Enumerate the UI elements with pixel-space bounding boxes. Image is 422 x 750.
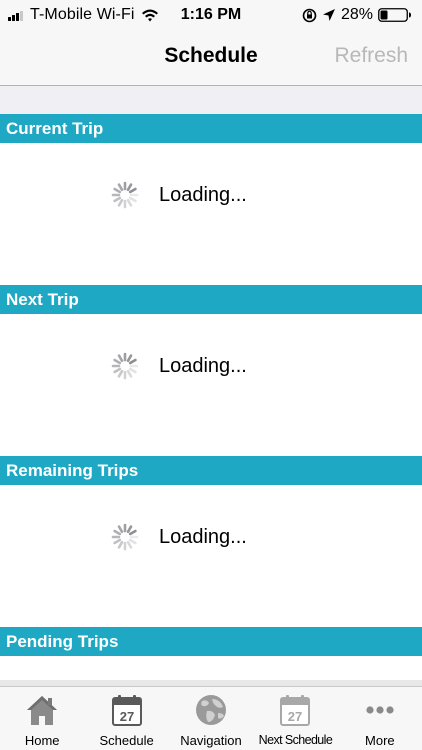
- spinner-spoke: [117, 183, 124, 192]
- spinner-spoke: [126, 198, 133, 207]
- spinner-spoke: [128, 538, 137, 545]
- spinner-spoke: [113, 538, 122, 545]
- spinner-spoke: [128, 358, 137, 365]
- tab-navigation[interactable]: Navigation: [169, 687, 253, 750]
- loading-indicator-current-trip: Loading...: [0, 180, 422, 210]
- tab-label: Navigation: [180, 733, 242, 748]
- spinner-spoke: [117, 354, 124, 363]
- tab-next-schedule[interactable]: 27 Next Schedule: [253, 687, 337, 750]
- spinner-spoke: [113, 358, 122, 365]
- spinner-spoke: [117, 198, 124, 207]
- spinner-spoke: [126, 183, 133, 192]
- status-right: 28%: [302, 6, 412, 24]
- calendar-day-number: 27: [119, 709, 133, 724]
- refresh-button[interactable]: Refresh: [334, 44, 408, 68]
- section-header-pending-trips: Pending Trips: [0, 627, 422, 656]
- spinner-spoke: [126, 369, 133, 378]
- loading-indicator-remaining-trips: Loading...: [0, 522, 422, 552]
- tab-label: Schedule: [99, 733, 154, 748]
- spinner-spoke: [128, 529, 137, 536]
- globe-icon: [196, 695, 227, 725]
- tab-label: More: [365, 733, 395, 748]
- spinner-spoke: [126, 525, 133, 534]
- navigation-bar: Schedule Refresh: [0, 32, 422, 86]
- section-header-current-trip: Current Trip: [0, 114, 422, 143]
- activity-spinner-icon: [111, 352, 139, 380]
- more-dots-icon: [366, 706, 394, 714]
- calendar-icon: 27: [111, 695, 142, 726]
- spinner-spoke: [126, 354, 133, 363]
- tab-more[interactable]: More: [338, 687, 422, 750]
- loading-text: Loading...: [159, 354, 247, 377]
- spinner-spoke: [113, 187, 122, 194]
- spinner-spoke: [126, 540, 133, 549]
- spinner-spoke: [113, 529, 122, 536]
- section-header-next-trip: Next Trip: [0, 285, 422, 314]
- loading-text: Loading...: [159, 183, 247, 206]
- tab-home[interactable]: Home: [0, 687, 84, 750]
- spinner-spoke: [113, 367, 122, 374]
- rotation-lock-icon: [302, 8, 317, 22]
- spinner-spoke: [117, 540, 124, 549]
- calendar-icon: 27: [280, 695, 311, 726]
- tab-label: Home: [24, 733, 60, 748]
- battery-icon: [378, 8, 411, 22]
- spinner-spoke: [128, 196, 137, 203]
- section-header-remaining-trips: Remaining Trips: [0, 456, 422, 485]
- location-arrow-icon: [322, 9, 335, 21]
- activity-spinner-icon: [111, 523, 139, 551]
- calendar-day-number: 27: [288, 709, 302, 724]
- loading-text: Loading...: [159, 525, 247, 548]
- activity-spinner-icon: [111, 181, 139, 209]
- status-bar: T-Mobile Wi-Fi 1:16 PM 28%: [0, 0, 422, 32]
- table-header-spacer: [0, 86, 422, 114]
- spinner-spoke: [128, 367, 137, 374]
- spinner-spoke: [117, 525, 124, 534]
- spinner-spoke: [117, 369, 124, 378]
- tab-schedule[interactable]: 27 Schedule: [84, 687, 168, 750]
- spinner-spoke: [113, 196, 122, 203]
- battery-percent: 28%: [340, 6, 373, 23]
- tab-label: Next Schedule: [258, 733, 333, 747]
- spinner-spoke: [128, 187, 137, 194]
- loading-indicator-next-trip: Loading...: [0, 351, 422, 381]
- house-icon: [27, 696, 58, 725]
- tab-bar: Home 27 Schedule Navigation 27 Next Sche…: [0, 686, 422, 750]
